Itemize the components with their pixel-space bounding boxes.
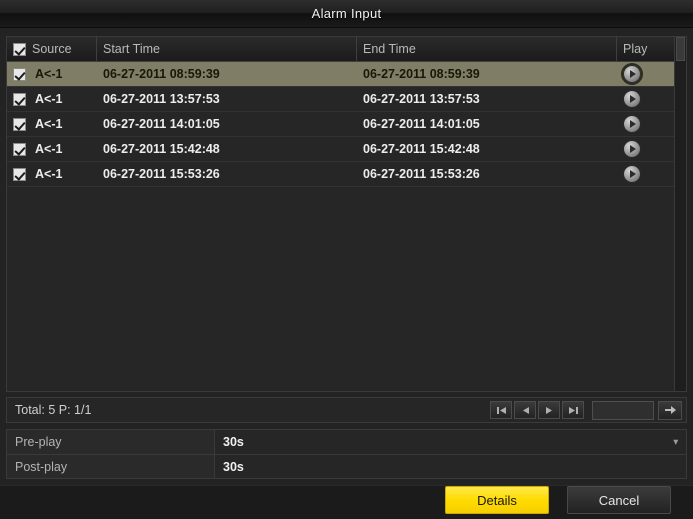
pagination-bar: Total: 5 P: 1/1	[6, 397, 687, 423]
go-to-page-button[interactable]	[658, 400, 682, 420]
row-checkbox[interactable]	[13, 92, 26, 106]
row-source-cell: A<-1	[7, 162, 97, 186]
previous-page-button[interactable]	[514, 401, 536, 419]
dialog-title: Alarm Input	[311, 6, 382, 21]
pre-play-row: Pre-play 30s ▾	[6, 429, 687, 454]
row-start-time: 06-27-2011 13:57:53	[103, 92, 220, 106]
row-source-cell: A<-1	[7, 112, 97, 136]
column-header-end-time-label: End Time	[363, 42, 416, 56]
row-start-time: 06-27-2011 15:42:48	[103, 142, 220, 156]
details-button[interactable]: Details	[445, 486, 549, 514]
play-circle-icon[interactable]	[623, 65, 641, 83]
pre-play-label: Pre-play	[7, 430, 215, 454]
table-row[interactable]: A<-1 06-27-2011 13:57:53 06-27-2011 13:5…	[7, 87, 686, 112]
dialog-footer: Details Cancel	[0, 485, 693, 519]
post-play-row: Post-play 30s	[6, 454, 687, 479]
play-circle-icon[interactable]	[623, 115, 641, 133]
pagination-summary: Total: 5 P: 1/1	[15, 403, 92, 417]
column-header-source-label: Source	[32, 42, 72, 56]
row-end-time: 06-27-2011 08:59:39	[363, 67, 480, 81]
table-body: A<-1 06-27-2011 08:59:39 06-27-2011 08:5…	[7, 62, 686, 391]
row-start-time: 06-27-2011 15:53:26	[103, 167, 220, 181]
pre-play-value: 30s	[223, 435, 244, 449]
column-header-end-time[interactable]: End Time	[357, 37, 617, 61]
table-row[interactable]: A<-1 06-27-2011 15:53:26 06-27-2011 15:5…	[7, 162, 686, 187]
row-end-time: 06-27-2011 15:53:26	[363, 167, 480, 181]
alarm-table: Source Start Time End Time Play A<-1 06-…	[6, 36, 687, 392]
first-page-button[interactable]	[490, 401, 512, 419]
column-header-start-time[interactable]: Start Time	[97, 37, 357, 61]
dialog-titlebar: Alarm Input	[0, 0, 693, 28]
playback-options: Pre-play 30s ▾ Post-play 30s	[6, 429, 687, 479]
row-checkbox[interactable]	[13, 142, 26, 156]
pre-play-select[interactable]: 30s ▾	[215, 430, 686, 454]
play-circle-icon[interactable]	[623, 140, 641, 158]
row-source-label: A<-1	[35, 142, 63, 156]
row-end-time: 06-27-2011 13:57:53	[363, 92, 480, 106]
select-all-checkbox[interactable]	[13, 42, 26, 56]
next-page-button[interactable]	[538, 401, 560, 419]
row-end-time: 06-27-2011 15:42:48	[363, 142, 480, 156]
row-source-label: A<-1	[35, 67, 63, 81]
table-row[interactable]: A<-1 06-27-2011 14:01:05 06-27-2011 14:0…	[7, 112, 686, 137]
row-source-label: A<-1	[35, 117, 63, 131]
column-header-play-label: Play	[623, 42, 648, 56]
row-start-time: 06-27-2011 08:59:39	[103, 67, 220, 81]
row-source-cell: A<-1	[7, 137, 97, 161]
table-header-row: Source Start Time End Time Play	[7, 37, 686, 62]
row-source-label: A<-1	[35, 167, 63, 181]
last-page-button[interactable]	[562, 401, 584, 419]
row-source-cell: A<-1	[7, 87, 97, 111]
post-play-value: 30s	[223, 459, 244, 474]
row-source-cell: A<-1	[7, 62, 97, 86]
page-number-input[interactable]	[592, 400, 654, 420]
alarm-input-dialog: Alarm Input Source Start Time End Time P…	[0, 0, 693, 519]
scrollbar-thumb[interactable]	[676, 37, 685, 61]
column-header-source[interactable]: Source	[7, 37, 97, 61]
row-checkbox[interactable]	[13, 67, 26, 81]
play-circle-icon[interactable]	[623, 90, 641, 108]
table-vertical-scrollbar[interactable]	[674, 37, 686, 391]
cancel-button[interactable]: Cancel	[567, 486, 671, 514]
row-checkbox[interactable]	[13, 167, 26, 181]
table-row[interactable]: A<-1 06-27-2011 08:59:39 06-27-2011 08:5…	[7, 62, 686, 87]
row-checkbox[interactable]	[13, 117, 26, 131]
post-play-select[interactable]: 30s	[215, 455, 686, 478]
post-play-label: Post-play	[7, 455, 215, 478]
row-start-time: 06-27-2011 14:01:05	[103, 117, 220, 131]
column-header-start-time-label: Start Time	[103, 42, 160, 56]
chevron-down-icon: ▾	[673, 436, 678, 447]
table-row[interactable]: A<-1 06-27-2011 15:42:48 06-27-2011 15:4…	[7, 137, 686, 162]
play-circle-icon[interactable]	[623, 165, 641, 183]
row-source-label: A<-1	[35, 92, 63, 106]
row-end-time: 06-27-2011 14:01:05	[363, 117, 480, 131]
